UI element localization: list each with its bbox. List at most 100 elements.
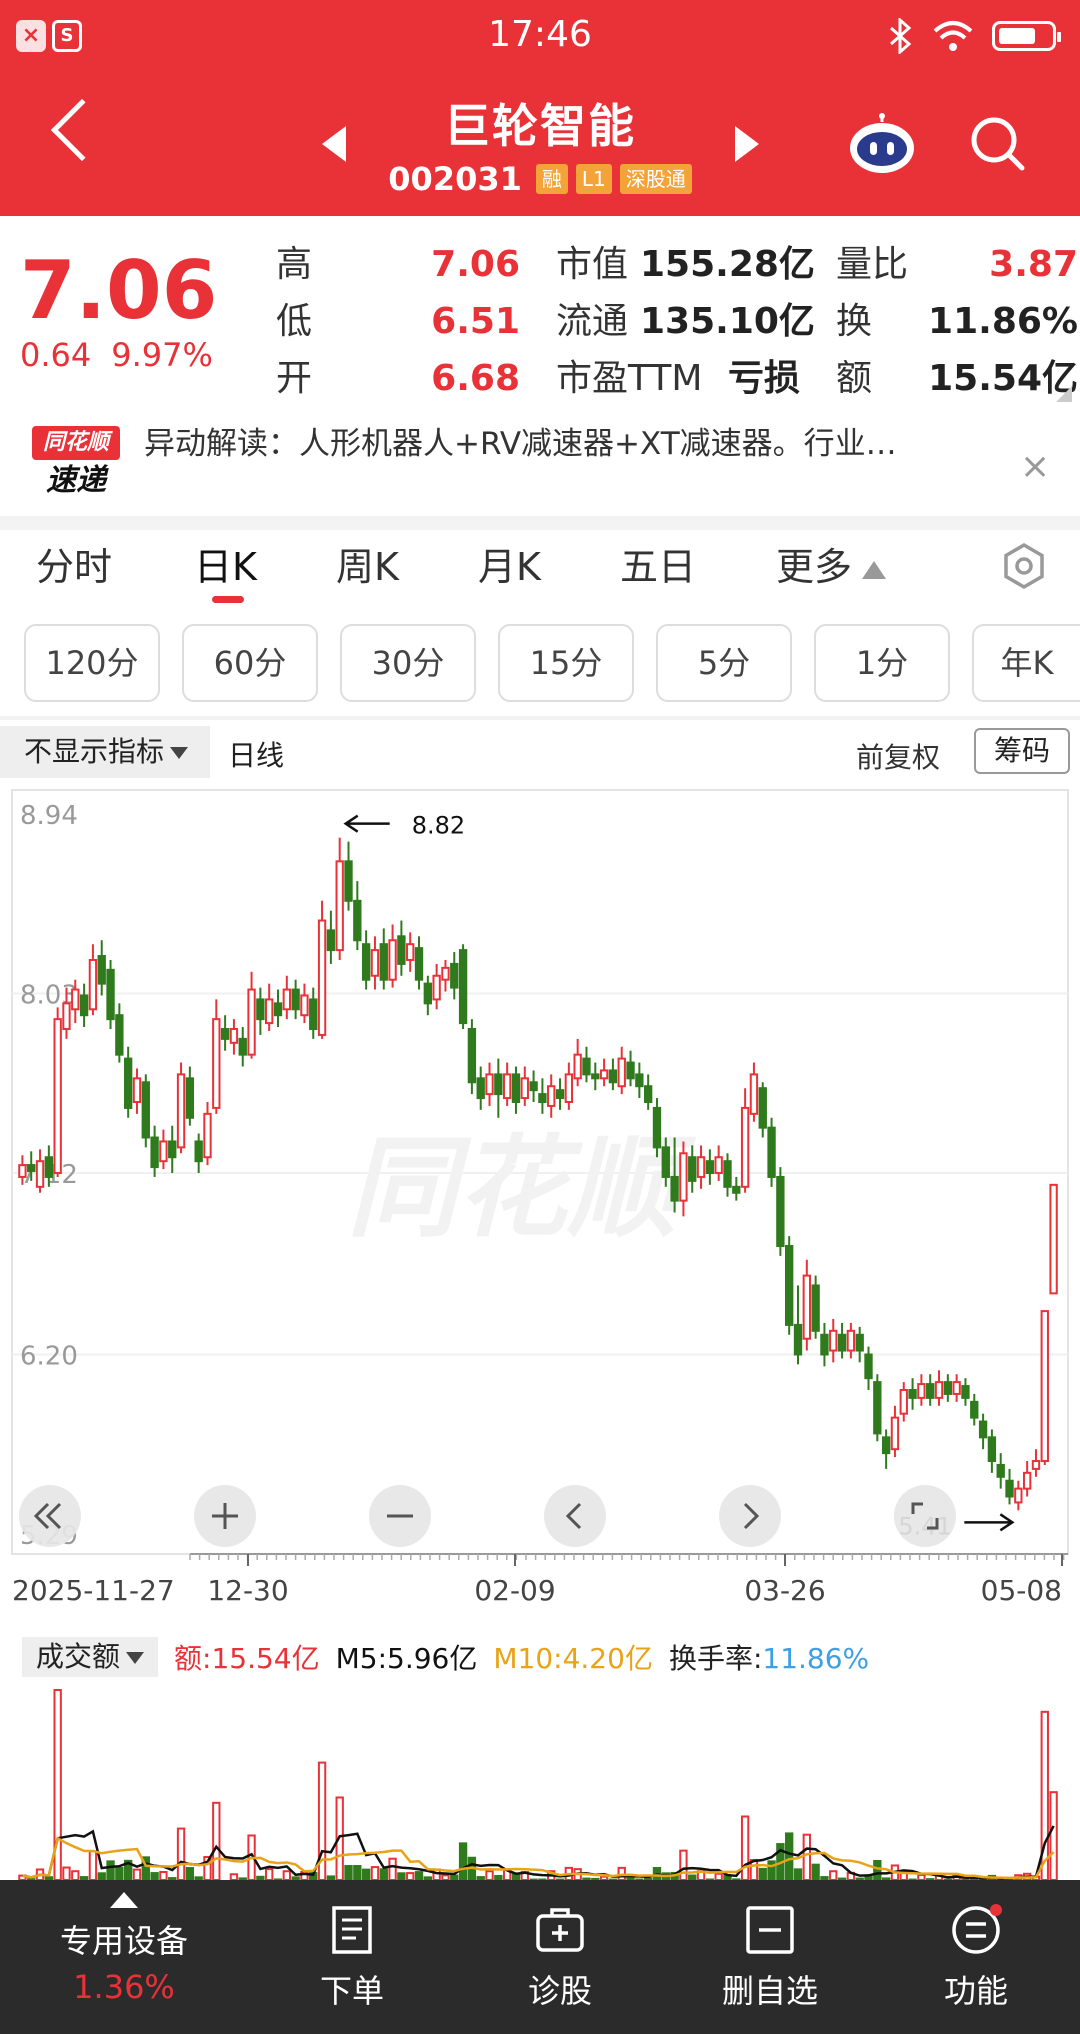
candle-body	[1049, 1183, 1058, 1295]
zoom-in-icon[interactable]	[194, 1485, 256, 1547]
candle-body	[679, 1152, 688, 1202]
candle-body	[758, 1087, 767, 1129]
candle-body	[291, 988, 300, 1011]
candle-body	[476, 1077, 485, 1100]
candle-body	[714, 1156, 723, 1175]
change-percent: 9.97%	[111, 336, 213, 374]
candle-body	[256, 998, 265, 1021]
status-bar: × S 17:46	[0, 0, 1080, 70]
period-yearly[interactable]: 年K	[972, 624, 1080, 702]
search-icon[interactable]	[968, 114, 1026, 172]
volume-bar	[397, 1872, 406, 1880]
function-menu-icon	[952, 1904, 1002, 1954]
volume-bar	[88, 1850, 98, 1880]
volume-bar	[62, 1866, 71, 1880]
chart-controls	[19, 1485, 956, 1547]
candle-body	[44, 1156, 54, 1178]
chart-toolbar: 不显示指标 日线 前复权 筹码	[0, 722, 1080, 782]
news-ticker[interactable]: 异动解读：人形机器人+RV减速器+XT减速器。行业…	[144, 418, 1004, 463]
order-button[interactable]: 下单	[292, 1880, 412, 2034]
period-15min[interactable]: 15分	[498, 624, 634, 702]
bottom-nav: 专用设备 1.36% 下单 诊股 删自选 功能	[0, 1880, 1080, 2034]
candle-body	[300, 994, 309, 1017]
volume-chart	[18, 1689, 1058, 1880]
candle-body	[652, 1106, 662, 1149]
adjust-mode-button[interactable]: 前复权	[856, 736, 940, 776]
candle-body	[591, 1073, 600, 1080]
close-news-icon[interactable]: ×	[1020, 446, 1050, 487]
period-5min[interactable]: 5分	[656, 624, 792, 702]
candle-body	[485, 1073, 494, 1096]
candle-body	[450, 962, 459, 989]
candle-body	[696, 1156, 706, 1178]
tab-five-day[interactable]: 五日	[620, 536, 696, 591]
candle-body	[123, 1057, 133, 1109]
tab-more[interactable]: 更多	[776, 536, 887, 591]
pe-ttm-label: 市盈TTM	[556, 358, 703, 399]
candle-body	[168, 1140, 177, 1159]
price-change: 0.64 9.97%	[20, 336, 233, 374]
period-120min[interactable]: 120分	[24, 624, 160, 702]
tab-intraday[interactable]: 分时	[36, 536, 112, 591]
expand-quote-icon[interactable]	[1056, 386, 1072, 402]
chart-tabs: 分时 日K 周K 月K 五日 更多	[0, 536, 1080, 616]
candle-body	[599, 1069, 609, 1080]
x-tick-label: 02-09	[474, 1574, 555, 1606]
stock-code-row: 002031 融 L1 深股通	[0, 160, 1080, 198]
candle-body	[203, 1112, 212, 1159]
low-value: 6.51	[431, 301, 520, 342]
current-price: 7.06	[20, 244, 218, 337]
wifi-icon	[933, 21, 973, 51]
next-stock-icon[interactable]	[735, 126, 759, 162]
candle-body	[934, 1381, 944, 1399]
volume-bar	[458, 1842, 468, 1880]
tab-weekly-k[interactable]: 周K	[336, 536, 399, 591]
zoom-out-icon[interactable]	[369, 1485, 431, 1547]
x-tick-label: 2025-11-27	[12, 1574, 175, 1606]
period-1min[interactable]: 1分	[814, 624, 950, 702]
volume-bar	[344, 1865, 353, 1880]
amount-value: 15.54亿	[928, 358, 1078, 399]
diagnose-button[interactable]: 诊股	[500, 1880, 620, 2034]
candle-body	[467, 1028, 477, 1084]
volume-bar	[414, 1871, 424, 1880]
control-button-bg	[719, 1485, 781, 1547]
candle-body	[785, 1245, 794, 1326]
chips-button[interactable]: 筹码	[974, 728, 1070, 774]
candle-body	[890, 1416, 900, 1451]
robot-assistant-icon[interactable]	[846, 112, 918, 176]
volume-ratio-label: 量比	[836, 244, 909, 285]
candlestick-chart[interactable]: 同花顺 8.948.037.126.205.29 8.825.41 2025-1…	[0, 786, 1080, 1606]
fullscreen-icon[interactable]	[894, 1485, 956, 1547]
level-tag: L1	[575, 164, 612, 194]
candle-body	[670, 1175, 679, 1202]
function-button[interactable]: 功能	[916, 1880, 1036, 2034]
rewind-icon[interactable]	[19, 1485, 81, 1547]
scroll-right-icon[interactable]	[719, 1485, 781, 1547]
candle-body	[150, 1136, 159, 1169]
period-60min[interactable]: 60分	[182, 624, 318, 702]
volume-bar	[406, 1872, 415, 1880]
volume-bar	[132, 1868, 142, 1880]
candle-body	[432, 974, 441, 1001]
candle-body	[837, 1333, 847, 1352]
candle-body	[265, 998, 274, 1025]
tab-monthly-k[interactable]: 月K	[478, 536, 541, 591]
settings-hexagon-icon[interactable]	[1000, 542, 1048, 590]
remove-watchlist-button[interactable]: 删自选	[700, 1880, 840, 2034]
period-30min[interactable]: 30分	[340, 624, 476, 702]
indicator-selector[interactable]: 不显示指标	[0, 726, 210, 778]
volume-bar	[829, 1870, 838, 1880]
candle-body	[855, 1333, 864, 1352]
candle-body	[873, 1381, 882, 1435]
scroll-left-icon[interactable]	[544, 1485, 606, 1547]
volume-bar	[785, 1832, 794, 1880]
candle-body	[978, 1420, 988, 1439]
candle-body	[71, 988, 80, 1011]
candle-body	[132, 1077, 142, 1103]
tab-daily-k[interactable]: 日K	[194, 536, 257, 591]
function-label: 功能	[943, 1972, 1008, 2010]
sector-button[interactable]: 专用设备 1.36%	[28, 1880, 220, 2034]
high-marker-label: 8.82	[412, 812, 465, 840]
period-buttons: 120分 60分 30分 15分 5分 1分 年K	[0, 624, 1080, 704]
